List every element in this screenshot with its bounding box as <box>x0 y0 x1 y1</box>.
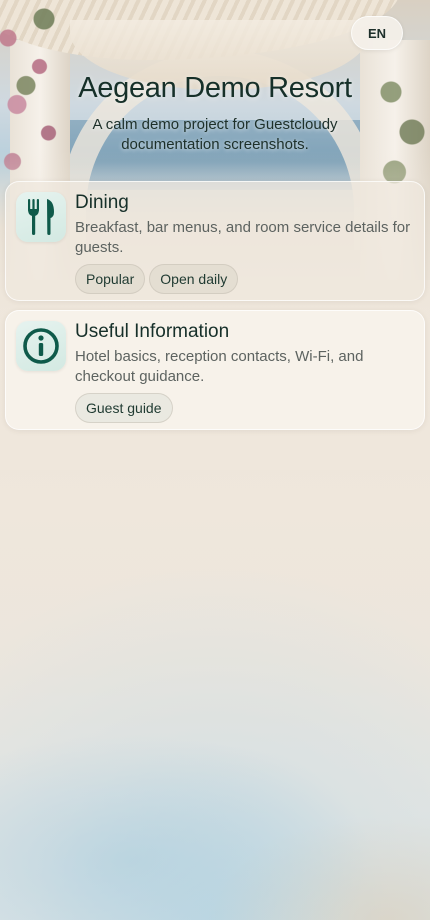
hero-header: Aegean Demo Resort A calm demo project f… <box>0 72 430 155</box>
card-description: Breakfast, bar menus, and room service d… <box>75 219 411 256</box>
card-title: Useful Information <box>75 321 230 342</box>
fork-knife-icon <box>16 192 66 242</box>
tag-guest-guide: Guest guide <box>75 393 173 423</box>
info-icon <box>16 321 66 371</box>
language-switch-button[interactable]: EN <box>351 16 403 50</box>
tag-open-daily: Open daily <box>149 264 239 294</box>
page-title: Aegean Demo Resort <box>78 72 352 104</box>
card-description: Hotel basics, reception contacts, Wi-Fi,… <box>75 348 364 385</box>
card-tags: Popular Open daily <box>75 264 412 294</box>
card-tags: Guest guide <box>75 393 412 423</box>
category-list: Dining Breakfast, bar menus, and room se… <box>5 181 425 430</box>
category-card-useful-information[interactable]: Useful Information Hotel basics, recepti… <box>5 310 425 430</box>
tag-popular: Popular <box>75 264 146 294</box>
card-title: Dining <box>75 192 129 213</box>
page-subtitle: A calm demo project for Guestcloudy docu… <box>92 116 338 153</box>
category-card-dining[interactable]: Dining Breakfast, bar menus, and room se… <box>5 181 425 301</box>
